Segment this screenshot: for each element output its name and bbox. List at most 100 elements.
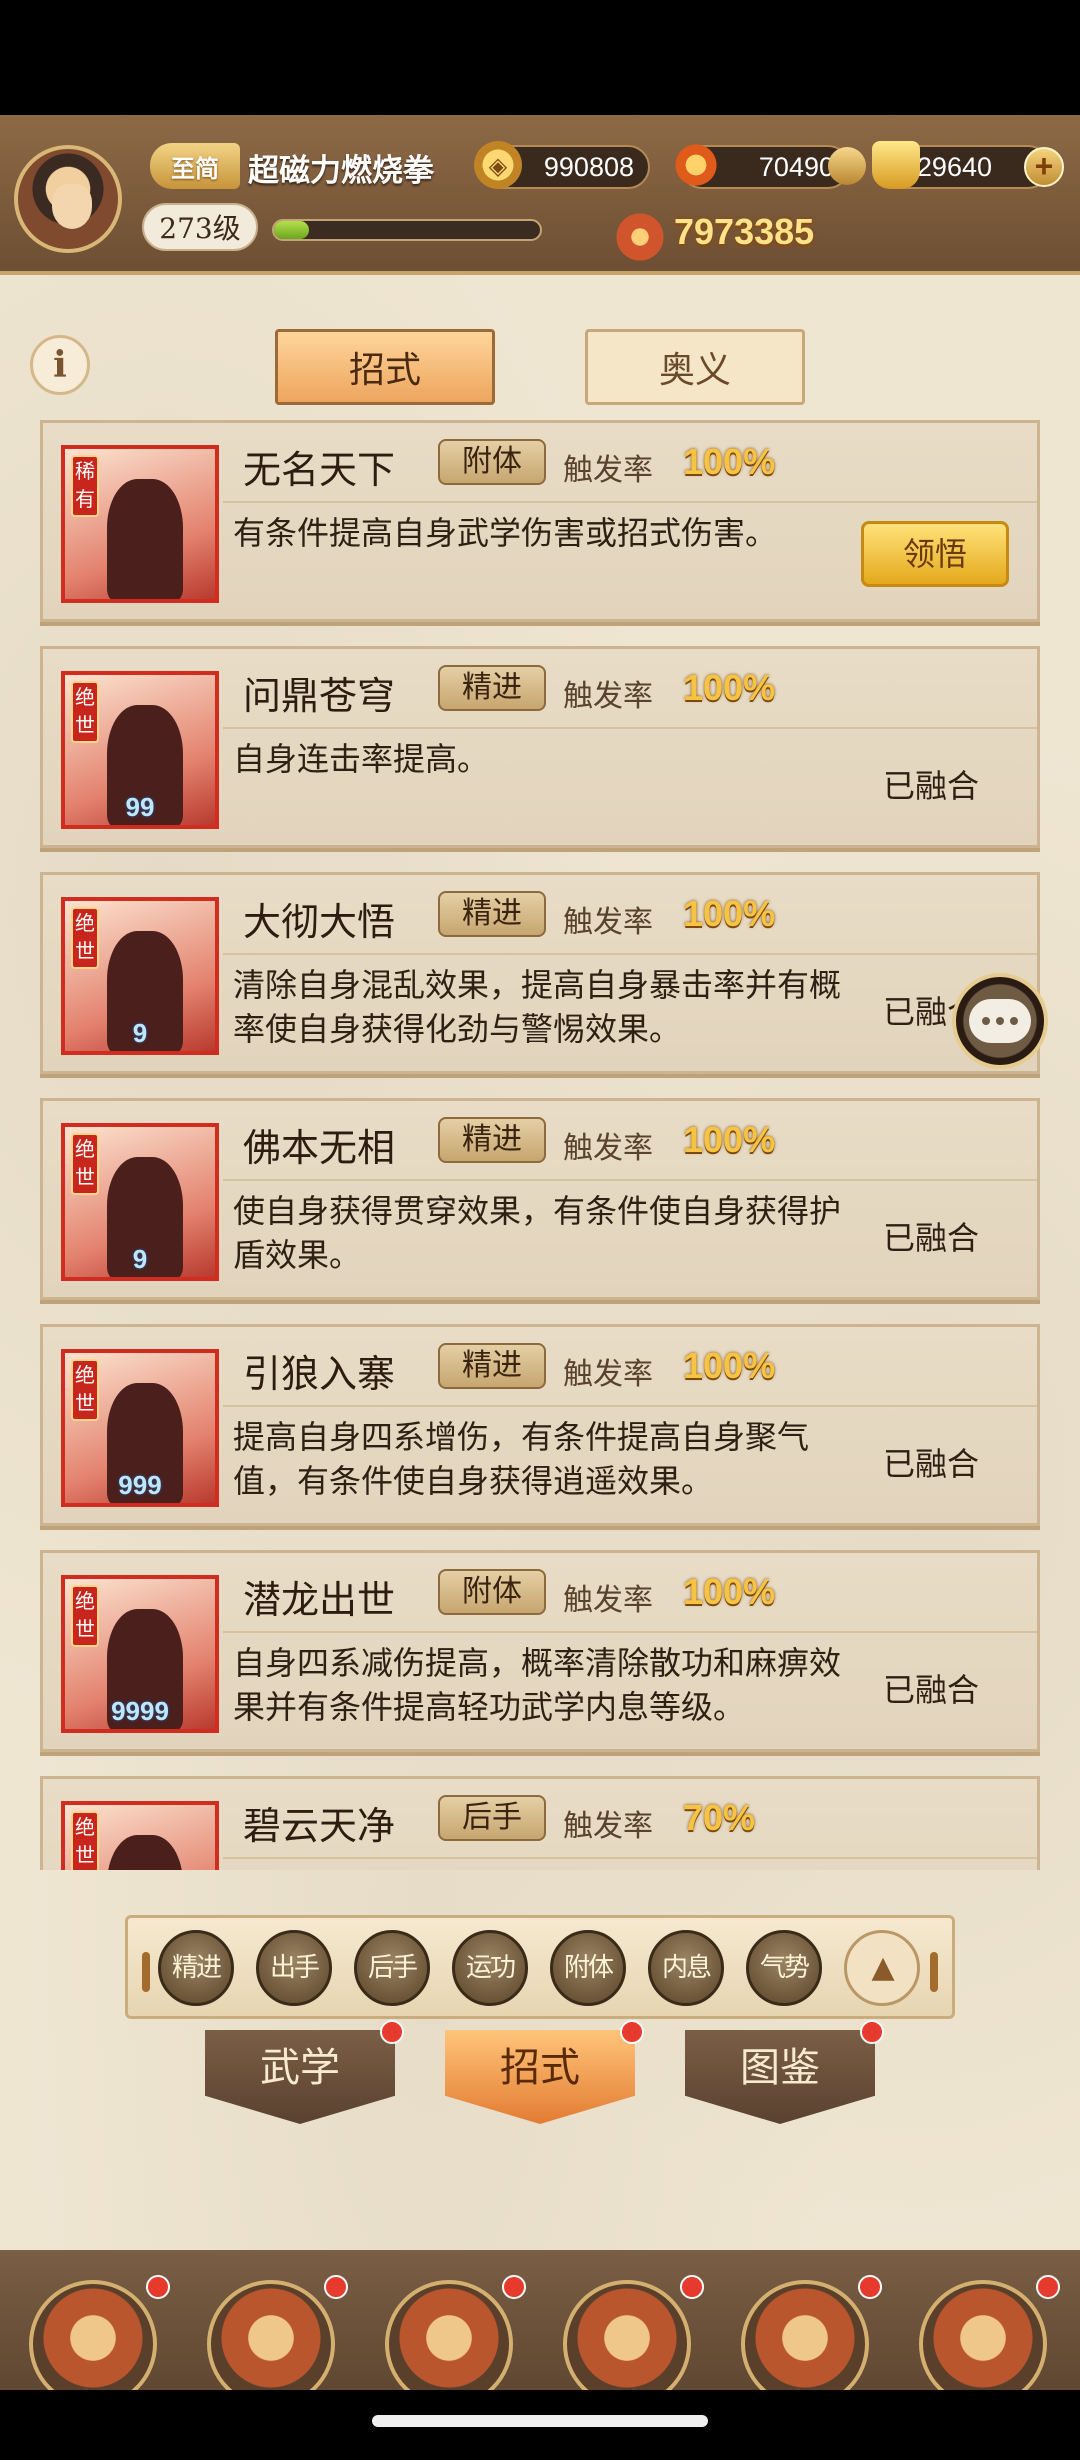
trigger-rate: 100% [683,1119,776,1160]
notification-dot [1036,2275,1060,2299]
trigger-rate: 100% [683,441,776,482]
skill-icon[interactable]: 稀有 [61,445,219,603]
skill-card[interactable]: 绝世 99 问鼎苍穹 精进 触发率 100% 自身连击率提高。 已融合 [40,646,1040,848]
notification-dot [860,2020,884,2044]
notification-dot [380,2020,404,2044]
home-indicator[interactable] [372,2415,708,2427]
filter-button[interactable]: 内息 [648,1930,724,2006]
nav-item[interactable]: 江湖 [374,2280,524,2390]
skill-card[interactable]: 绝世 9 大彻大悟 精进 触发率 100% 清除自身混乱效果，提高自身暴击率并有… [40,872,1040,1074]
collapse-chevron-icon[interactable]: ▲ [844,1930,920,2006]
fusion-status: 已融合 [883,1445,980,1483]
player-avatar[interactable] [14,145,122,253]
skill-description: 提高自身四系增伤，有条件提高自身聚气值，有条件使自身获得逍遥效果。 [233,1418,810,1500]
fire-icon [672,141,720,189]
skill-type-tag: 精进 [438,665,546,711]
star-level: 999 [118,1470,162,1500]
star-level: 9 [132,1244,148,1274]
card-divider [223,727,1037,729]
notification-dot [680,2275,704,2299]
status-bar: 至简 超磁力燃烧拳 273级 990808 ◈ 70490 29640 + 79… [0,115,1080,280]
skill-filter-bar: 精进 出手 后手 运功 附体 内息 气势 ▲ [125,1915,955,2019]
bar-pin-left [142,1952,150,1992]
notification-dot [858,2275,882,2299]
skill-list[interactable]: 稀有 无名天下 附体 触发率 100% 有条件提高自身武学伤害或招式伤害。 领悟… [40,420,1040,1870]
exp-bar [272,219,542,241]
rarity-badge: 绝世 [71,1359,99,1421]
trigger-rate: 100% [683,1571,776,1612]
skill-card[interactable]: 绝世 碧云天净 后手 触发率 70% 受击后招式攻击时，对敌方造成招式 [40,1776,1040,1870]
skill-silhouette [107,1835,183,1870]
card-divider [223,1179,1037,1181]
skill-icon[interactable]: 绝世 99 [61,671,219,829]
skill-name: 大彻大悟 [243,900,396,944]
trigger-label: 触发率 [563,1583,653,1618]
filter-button[interactable]: 附体 [550,1930,626,2006]
skill-type-tag: 精进 [438,1117,546,1163]
filter-button[interactable]: 后手 [354,1930,430,2006]
skill-type-tag: 附体 [438,439,546,485]
notification-dot [502,2275,526,2299]
trigger-label: 触发率 [563,1809,653,1844]
tab-moves[interactable]: 招式 [275,329,495,405]
skill-icon[interactable]: 绝世 9 [61,1123,219,1281]
skill-description: 受击后招式攻击时，对敌方造成招式 [233,1867,863,1870]
comprehend-button[interactable]: 领悟 [861,521,1009,587]
skill-icon[interactable]: 绝世 9999 [61,1575,219,1733]
notification-dot [620,2020,644,2044]
skill-card[interactable]: 绝世 999 引狼入寨 精进 触发率 100% 提高自身四系增伤，有条件提高自身… [40,1324,1040,1526]
card-divider [223,1857,1037,1859]
power-icon [597,194,683,280]
nav-item[interactable]: 武学 [908,2280,1058,2390]
star-level: 9 [132,1018,148,1048]
skill-icon[interactable]: 绝世 9 [61,897,219,1055]
filter-button[interactable]: 气势 [746,1930,822,2006]
star-level: 99 [125,792,155,822]
rarity-badge: 绝世 [71,681,99,743]
add-gold-button[interactable]: + [1024,147,1064,187]
skill-card[interactable]: 稀有 无名天下 附体 触发率 100% 有条件提高自身武学伤害或招式伤害。 领悟 [40,420,1040,622]
skill-type-tag: 附体 [438,1569,546,1615]
avatar-face [52,184,92,229]
filter-button[interactable]: 出手 [256,1930,332,2006]
skill-description: 清除自身混乱效果，提高自身暴击率并有概率使自身获得化劲与警惕效果。 [233,966,842,1048]
skill-name: 碧云天净 [243,1804,396,1848]
skill-card[interactable]: 绝世 9 佛本无相 精进 触发率 100% 使自身获得贯穿效果，有条件使自身获得… [40,1098,1040,1300]
player-name: 超磁力燃烧拳 [248,153,434,189]
nav-item[interactable]: 历练 [18,2280,168,2390]
gold-bar-icon [828,147,866,185]
rarity-badge: 绝世 [71,907,99,969]
skill-card[interactable]: 绝世 9999 潜龙出世 附体 触发率 100% 自身四系减伤提高，概率清除散功… [40,1550,1040,1752]
nav-icon [563,2280,691,2390]
nav-icon [385,2280,513,2390]
card-divider [223,953,1037,955]
trigger-rate: 100% [683,667,776,708]
trigger-label: 触发率 [563,679,653,714]
combat-power: 7973385 [674,211,815,252]
chat-button[interactable] [952,973,1048,1069]
skill-name: 引狼入寨 [243,1352,396,1396]
nav-item[interactable]: 主城 [196,2280,346,2390]
gold-value: 29640 [916,151,992,182]
fire-value: 70490 [758,151,834,182]
skill-name: 潜龙出世 [243,1578,396,1622]
notification-dot [146,2275,170,2299]
filter-button[interactable]: 精进 [158,1930,234,2006]
nav-item[interactable]: 角色 [552,2280,702,2390]
nav-item[interactable]: 帮派 [730,2280,880,2390]
trigger-rate: 100% [683,1345,776,1386]
card-divider [223,501,1037,503]
info-button[interactable]: i [30,335,90,395]
skill-type-tag: 精进 [438,1343,546,1389]
nav-icon [741,2280,869,2390]
skill-type-tag: 精进 [438,891,546,937]
chat-icon [969,999,1031,1043]
skill-icon[interactable]: 绝世 [61,1801,219,1870]
skill-icon[interactable]: 绝世 999 [61,1349,219,1507]
nav-icon [29,2280,157,2390]
tab-mysteries[interactable]: 奥义 [585,329,805,405]
trigger-rate: 100% [683,893,776,934]
coin-value: 990808 [543,151,634,182]
skill-name: 问鼎苍穹 [243,674,396,718]
filter-button[interactable]: 运功 [452,1930,528,2006]
